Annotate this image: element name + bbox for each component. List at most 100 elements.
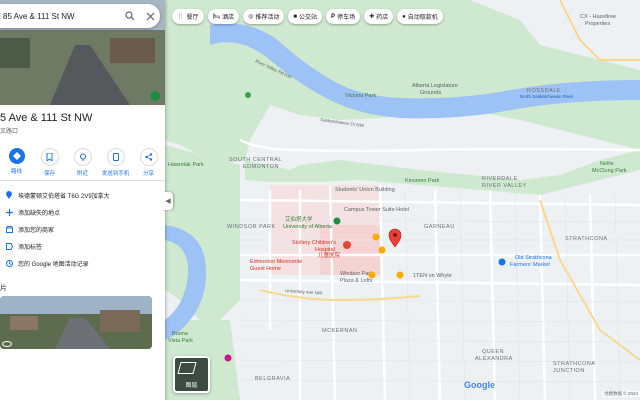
atm-icon: ● [402, 13, 406, 20]
business-icon [2, 225, 16, 233]
close-icon[interactable] [140, 6, 160, 26]
map-label: Nellie [600, 161, 614, 167]
add-label-row[interactable]: 添加标签 [0, 239, 165, 253]
poi-icon[interactable] [372, 233, 380, 241]
collapse-panel-button[interactable]: ◀ [163, 192, 173, 210]
map-label: Windsor Park [340, 271, 373, 277]
add-place-icon [2, 208, 16, 216]
map-label: WINDSOR PARK [227, 224, 276, 230]
action-label: 发送到手机 [101, 171, 130, 177]
poi-icon[interactable] [368, 271, 376, 279]
map-label: Edmonton Mennonite [250, 259, 302, 265]
chip-label: 餐厅 [186, 15, 199, 21]
map-label: University of Alberta [283, 224, 333, 230]
layers-button[interactable]: 图层 [173, 356, 210, 393]
map-label: MCKERNAN [322, 328, 357, 334]
info-text: 添加缺失的地点 [18, 210, 61, 217]
directions-icon [8, 148, 25, 164]
poi-icon[interactable] [378, 246, 386, 254]
google-logo: Google [464, 380, 495, 390]
map-label: 儿童医院 [318, 251, 341, 259]
info-text: 添加您的商家 [18, 227, 55, 234]
directions-button[interactable]: 路线 [3, 148, 31, 177]
market-poi-icon[interactable] [498, 258, 506, 266]
photo-thumbnail[interactable] [0, 296, 152, 349]
location-pin-icon [2, 191, 16, 199]
restaurant-icon: 🍴 [177, 14, 185, 20]
chip-restaurant[interactable]: 🍴 餐厅 [172, 9, 204, 24]
map-label: BELGRAVIA [255, 376, 290, 382]
camera-icon: ◎ [248, 14, 254, 20]
hotel-icon: 🛏 [212, 14, 221, 20]
map-label: Hawrelak Park [168, 162, 204, 168]
poi-icon[interactable] [396, 271, 404, 279]
hospital-poi-icon[interactable] [343, 241, 351, 249]
action-label: 附近 [76, 171, 88, 177]
map-label: Buena [172, 331, 189, 337]
map-label: RIVER VALLEY [482, 183, 527, 189]
park-poi-icon[interactable] [245, 92, 251, 98]
map-label: Campus Tower Suite Hotel [344, 207, 409, 213]
chip-pharmacy[interactable]: ✚ 药店 [364, 9, 394, 24]
map-label: Victoria Park [345, 93, 376, 99]
action-label: 路线 [10, 169, 22, 175]
map-label: Plaza & Lofts [340, 278, 373, 284]
map-label: STRATHCONA [553, 361, 595, 367]
chip-things-to-do[interactable]: ◎ 推荐活动 [243, 9, 285, 24]
send-to-phone-icon [106, 148, 125, 166]
chip-hotel[interactable]: 🛏 酒店 [207, 9, 240, 24]
share-icon [139, 148, 158, 166]
map-label: McClung Park [592, 168, 627, 174]
map-label: Vista Park [168, 338, 193, 344]
place-subtitle: 叉路口 [0, 129, 19, 135]
pharmacy-icon: ✚ [369, 14, 375, 20]
maps-activity-row[interactable]: 您的 Google 地图活动记录 [0, 256, 165, 270]
360-icon [2, 341, 12, 347]
map-attribution[interactable]: 地图数据 © 2024 [602, 391, 640, 397]
chip-label: 停车场 [337, 15, 356, 21]
address-row[interactable]: 埃德蒙顿艾伯塔省 T6G 2V9加拿大 [0, 188, 165, 202]
add-business-row[interactable]: 添加您的商家 [0, 222, 165, 236]
chip-transit[interactable]: ■ 公交站 [288, 9, 323, 24]
map-label: North Saskatchewan River [520, 94, 574, 99]
map-label: Students' Union Building [335, 187, 395, 193]
bookmark-icon [40, 148, 59, 166]
layers-icon [177, 362, 197, 374]
pegman-icon[interactable] [150, 91, 160, 101]
info-text: 添加标签 [18, 244, 43, 251]
save-button[interactable]: 保存 [36, 148, 64, 177]
layers-label: 图层 [185, 383, 198, 389]
chip-atm[interactable]: ● 自动取款机 [397, 9, 443, 24]
map-label: JUNCTION [553, 368, 585, 374]
send-to-phone-button[interactable]: 发送到手机 [102, 148, 130, 177]
nearby-icon [73, 148, 92, 166]
map-label: Alberta Legislature [412, 83, 458, 89]
hotel-poi-icon[interactable] [333, 217, 341, 225]
google-logo-text: Google [464, 380, 495, 390]
chip-parking[interactable]: P 停车场 [326, 9, 361, 24]
chevron-left-icon: ◀ [165, 198, 171, 205]
map-label: GARNEAU [424, 224, 455, 230]
category-chips: 🍴 餐厅 🛏 酒店 ◎ 推荐活动 ■ 公交站 P 停车场 ✚ 药店 ● 自动取款机 [172, 9, 443, 24]
chip-label: 酒店 [222, 15, 235, 21]
history-icon [2, 259, 16, 267]
action-row: 路线 保存 附近 发送到手机 分享 [0, 148, 165, 177]
share-button[interactable]: 分享 [135, 148, 163, 177]
add-missing-place-row[interactable]: 添加缺失的地点 [0, 205, 165, 219]
search-bar[interactable]: 85 Ave & 111 St NW [0, 4, 160, 28]
map-label: Farmers' Market [510, 262, 550, 268]
label-icon [2, 242, 16, 250]
search-icon[interactable] [120, 6, 140, 26]
parking-icon: P [331, 13, 336, 20]
photos-heading: 片 [0, 285, 7, 292]
chip-label: 公交站 [299, 15, 318, 21]
info-text: 您的 Google 地图活动记录 [18, 261, 89, 268]
map-label: SOUTH CENTRAL [229, 157, 282, 163]
search-input[interactable]: 85 Ave & 111 St NW [0, 12, 120, 21]
action-label: 分享 [142, 171, 154, 177]
museum-poi-icon[interactable] [224, 354, 232, 362]
nearby-button[interactable]: 附近 [69, 148, 97, 177]
map-label: STRATHCONA [565, 236, 607, 242]
map-label: RIVERDALE [482, 176, 518, 182]
divider [0, 180, 165, 181]
